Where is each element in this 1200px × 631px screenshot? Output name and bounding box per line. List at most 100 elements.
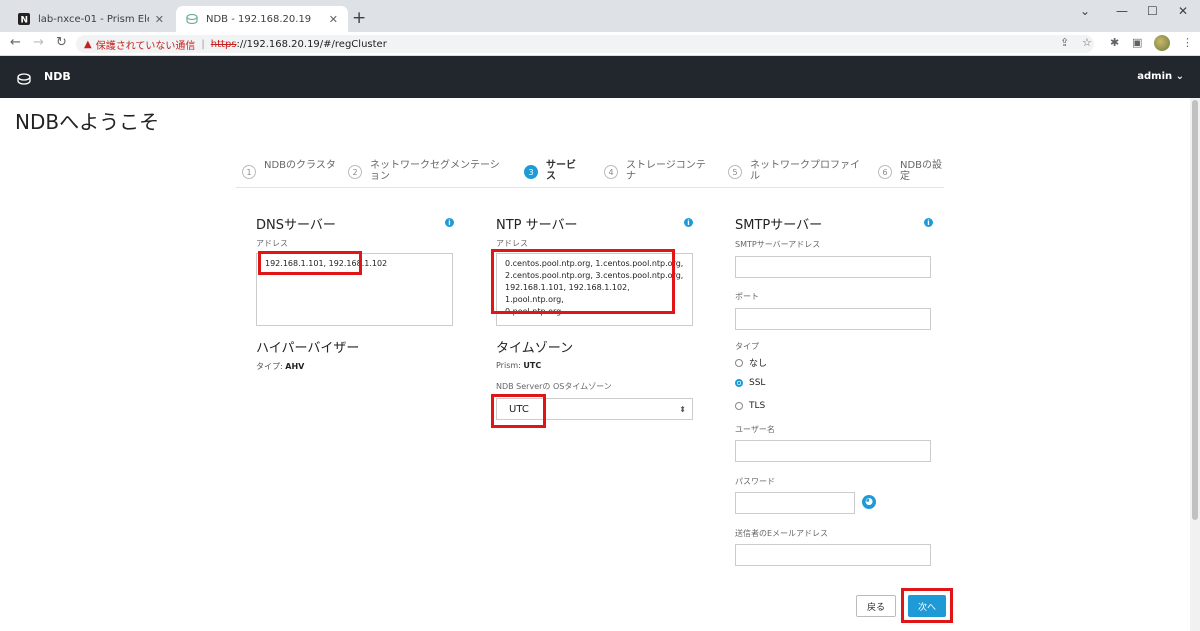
- radio-icon: [735, 358, 743, 367]
- highlight-box: [491, 249, 675, 314]
- dns-heading: DNSサーバー: [256, 218, 336, 233]
- browser-address-bar: ← → ↻ ▲ 保護されていない通信 | https ://192.168.20…: [0, 32, 1200, 56]
- smtp-sender-input[interactable]: [735, 544, 931, 566]
- step-4[interactable]: 4 ストレージコンテナ: [604, 160, 710, 182]
- svg-text:N: N: [21, 16, 29, 26]
- forward-arrow-icon[interactable]: →: [33, 35, 44, 50]
- separator: |: [201, 38, 205, 50]
- smtp-username-label: ユーザー名: [735, 425, 775, 434]
- radio-none[interactable]: なし: [735, 356, 767, 369]
- new-tab-icon[interactable]: +: [352, 8, 366, 28]
- step-3[interactable]: 3 サービス: [524, 160, 582, 182]
- tab-title: lab-nxce-01 - Prism Element: [38, 13, 149, 25]
- step-label: ネットワークセグメンテーション: [370, 160, 500, 182]
- star-icon[interactable]: ☆: [1082, 36, 1092, 49]
- hypervisor-type-value: AHV: [285, 362, 305, 371]
- share-icon[interactable]: ⇪: [1060, 36, 1069, 49]
- step-label: ストレージコンテナ: [626, 160, 706, 182]
- radio-label: TLS: [749, 401, 766, 411]
- reload-icon[interactable]: ↻: [56, 35, 67, 50]
- url-omnibox[interactable]: ▲ 保護されていない通信 | https ://192.168.20.19/#/…: [76, 35, 1094, 53]
- select-arrow-icon: ⬍: [679, 404, 686, 414]
- radio-label: なし: [749, 359, 768, 369]
- url-scheme: https: [210, 38, 237, 50]
- ntp-address-label: アドレス: [496, 239, 528, 248]
- step-number: 6: [878, 165, 892, 179]
- warning-icon: ▲: [84, 38, 92, 50]
- insecure-label: 保護されていない通信: [95, 40, 196, 52]
- step-label: ネットワークプロファイル: [750, 160, 860, 182]
- highlight-box: [901, 588, 953, 623]
- smtp-heading: SMTPサーバー: [735, 218, 823, 233]
- menu-icon[interactable]: ⋮: [1182, 36, 1193, 49]
- prism-timezone: Prism: UTC: [496, 361, 541, 370]
- browser-tab-prism[interactable]: N lab-nxce-01 - Prism Element ✕: [8, 6, 174, 32]
- ndb-favicon-icon: [186, 13, 198, 25]
- step-number: 1: [242, 165, 256, 179]
- step-6[interactable]: 6 NDBの設定: [878, 160, 946, 182]
- back-arrow-icon[interactable]: ←: [10, 35, 21, 50]
- page-title: NDBへようこそ: [15, 110, 160, 134]
- step-number: 4: [604, 165, 618, 179]
- radio-ssl[interactable]: SSL: [735, 378, 765, 388]
- hypervisor-heading: ハイパーバイザー: [256, 341, 360, 356]
- smtp-port-label: ポート: [735, 292, 759, 301]
- show-password-mask-icon[interactable]: ◕: [862, 495, 876, 509]
- step-number: 5: [728, 165, 742, 179]
- browser-tab-bar: N lab-nxce-01 - Prism Element ✕ NDB - 19…: [0, 0, 1200, 32]
- app-name: NDB: [44, 70, 71, 83]
- hypervisor-type-label: タイプ:: [256, 362, 283, 371]
- radio-label: SSL: [749, 378, 766, 388]
- ndb-logo-icon: [16, 70, 32, 89]
- ntp-heading: NTP サーバー: [496, 218, 578, 233]
- smtp-password-label: パスワード: [735, 477, 775, 486]
- step-2[interactable]: 2 ネットワークセグメンテーション: [348, 160, 500, 182]
- minimize-icon[interactable]: —: [1116, 4, 1128, 18]
- smtp-address-label: SMTPサーバーアドレス: [735, 240, 821, 249]
- os-timezone-label: NDB Serverの OSタイムゾーン: [496, 382, 612, 391]
- back-button[interactable]: 戻る: [856, 595, 896, 617]
- highlight-box: [491, 394, 546, 428]
- radio-icon: [735, 402, 743, 410]
- wizard-steps: 1 NDBのクラスタ 2 ネットワークセグメンテーション 3 サービス 4 スト…: [236, 158, 944, 188]
- step-number: 3: [524, 165, 538, 179]
- window-close-icon[interactable]: ✕: [1178, 4, 1188, 18]
- smtp-address-input[interactable]: [735, 256, 931, 278]
- user-menu[interactable]: admin ⌄: [1137, 71, 1184, 82]
- step-number: 2: [348, 165, 362, 179]
- side-panel-icon[interactable]: ▣: [1132, 36, 1142, 49]
- browser-tab-ndb[interactable]: NDB - 192.168.20.19 ✕: [176, 6, 348, 32]
- dns-address-label: アドレス: [256, 239, 288, 248]
- tab-title: NDB - 192.168.20.19: [206, 13, 312, 25]
- hypervisor-type: タイプ: AHV: [256, 361, 304, 372]
- info-icon[interactable]: i: [684, 218, 693, 227]
- extensions-icon[interactable]: ✱: [1110, 36, 1119, 49]
- step-label: NDBのクラスタ: [264, 160, 336, 171]
- timezone-heading: タイムゾーン: [496, 341, 574, 356]
- prism-timezone-label: Prism:: [496, 361, 521, 370]
- step-1[interactable]: 1 NDBのクラスタ: [242, 160, 348, 179]
- chevron-down-icon[interactable]: ⌄: [1080, 4, 1090, 18]
- profile-avatar[interactable]: [1154, 35, 1170, 51]
- chevron-down-icon: ⌄: [1175, 71, 1184, 82]
- step-label: サービス: [546, 160, 576, 182]
- step-label: NDBの設定: [900, 160, 943, 182]
- scrollbar-thumb[interactable]: [1192, 100, 1198, 520]
- radio-tls[interactable]: TLS: [735, 401, 765, 411]
- url-rest: ://192.168.20.19/#/regCluster: [236, 38, 387, 50]
- smtp-type-label: タイプ: [735, 342, 759, 351]
- nutanix-favicon-icon: N: [18, 13, 30, 25]
- info-icon[interactable]: i: [924, 218, 933, 227]
- close-icon[interactable]: ✕: [155, 13, 164, 26]
- info-icon[interactable]: i: [445, 218, 454, 227]
- smtp-sender-label: 送信者のEメールアドレス: [735, 529, 829, 538]
- user-name: admin: [1137, 71, 1173, 82]
- maximize-icon[interactable]: ☐: [1147, 4, 1158, 18]
- smtp-password-input[interactable]: [735, 492, 855, 514]
- prism-timezone-value: UTC: [523, 361, 542, 370]
- close-icon[interactable]: ✕: [329, 13, 338, 26]
- step-5[interactable]: 5 ネットワークプロファイル: [728, 160, 860, 182]
- smtp-username-input[interactable]: [735, 440, 931, 462]
- smtp-port-input[interactable]: [735, 308, 931, 330]
- radio-selected-icon: [735, 379, 743, 387]
